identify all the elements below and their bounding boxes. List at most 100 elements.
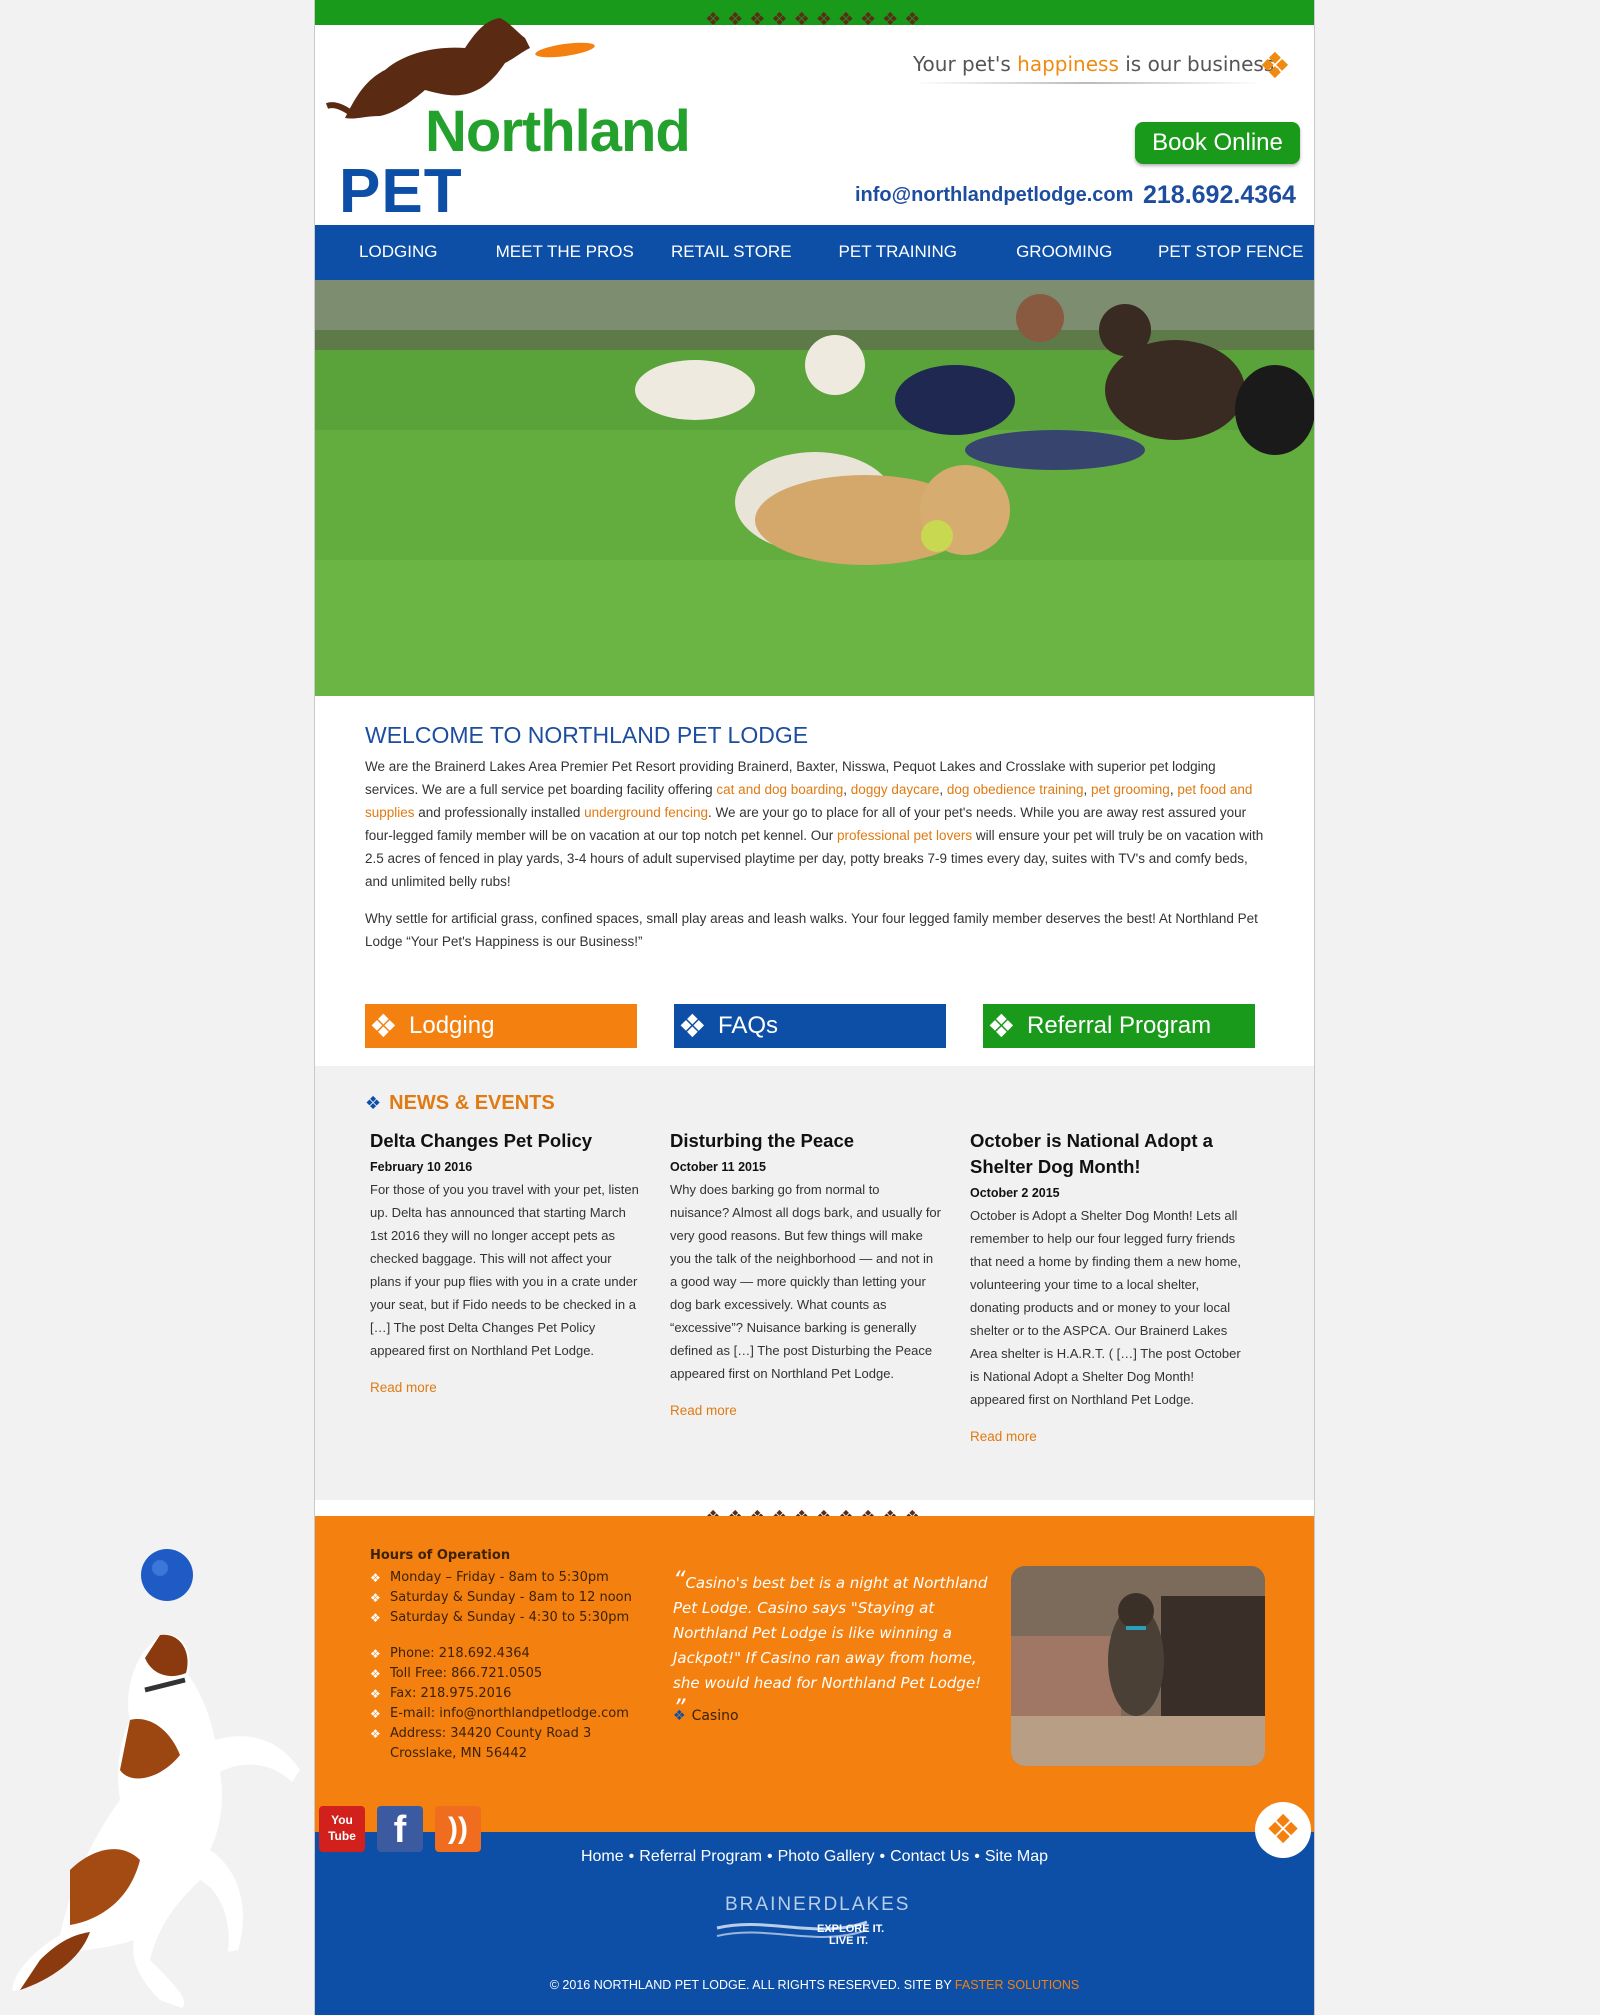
hours-text: Saturday & Sunday - 8am to 12 noon (390, 1590, 632, 1605)
article-excerpt: Why does barking go from normal to nuisa… (670, 1182, 941, 1381)
nav-lodging[interactable]: LODGING (315, 225, 482, 280)
separator: • (766, 1848, 773, 1865)
brainerd-lakes-text: BRAINERDLAKES (725, 1894, 910, 1915)
link-pet-grooming[interactable]: pet grooming (1091, 782, 1170, 797)
faqs-cta-button[interactable]: ❖ FAQs (674, 1004, 946, 1048)
nav-pet-training[interactable]: PET TRAINING (815, 225, 982, 280)
link-underground-fencing[interactable]: underground fencing (584, 805, 708, 820)
paw-icon: ❖ (369, 1008, 398, 1044)
tagline-post: is our business. (1118, 52, 1281, 76)
contact-text: Phone: 218.692.4364 (390, 1646, 530, 1661)
contact-row[interactable]: ❖ E-mail: info@northlandpetlodge.com (370, 1704, 660, 1724)
read-more-link[interactable]: Read more (370, 1380, 642, 1395)
contact-text: Fax: 218.975.2016 (390, 1686, 512, 1701)
hero-image (315, 280, 1314, 696)
read-more-link[interactable]: Read more (670, 1403, 942, 1418)
welcome-paragraph-1: We are the Brainerd Lakes Area Premier P… (365, 755, 1265, 893)
news-article: October is National Adopt a Shelter Dog … (970, 1128, 1242, 1444)
hours-row: ❖ Monday – Friday - 8am to 5:30pm (370, 1568, 660, 1588)
referral-cta-label: Referral Program (1027, 1012, 1212, 1039)
testimonial-dog-photo (1011, 1566, 1265, 1766)
paw-icon: ❖ (673, 1708, 686, 1724)
address-line-2: Crosslake, MN 56442 (390, 1746, 527, 1761)
link-doggy-daycare[interactable]: doggy daycare (851, 782, 940, 797)
paw-icon: ❖ (370, 1571, 381, 1585)
footer-bottom: You Tube f )) ❖ Home • Referral Program • Pho… (315, 1802, 1314, 2015)
faqs-cta-label: FAQs (718, 1012, 779, 1039)
article-date: October 2 2015 (970, 1186, 1060, 1200)
footer-link-home[interactable]: Home (581, 1848, 624, 1865)
nav-pet-stop-fence[interactable]: PET STOP FENCE (1148, 225, 1315, 280)
news-events-section: ❖ NEWS & EVENTS Delta Changes Pet Policy … (315, 1066, 1314, 1500)
referral-program-cta-button[interactable]: ❖ Referral Program (983, 1004, 1255, 1048)
brainerd-tagline-2: LIVE IT. (829, 1935, 868, 1947)
separator: • (974, 1848, 980, 1865)
footer-nav: Home • Referral Program • Photo Gallery • Cont… (315, 1848, 1314, 1866)
site-by-link[interactable]: FASTER SOLUTIONS (955, 1978, 1079, 1992)
contact-text: E-mail: info@northlandpetlodge.com (390, 1706, 629, 1721)
nav-grooming[interactable]: GROOMING (981, 225, 1148, 280)
brainerd-lakes-logo[interactable]: BRAINERDLAKES EXPLORE IT. LIVE IT. (707, 1892, 927, 1952)
facebook-icon[interactable]: f (377, 1806, 423, 1852)
welcome-sep-3: , (1083, 782, 1091, 797)
separator: • (879, 1848, 886, 1865)
welcome-sep-2: , (939, 782, 947, 797)
welcome-text-b: and professionally installed (414, 805, 585, 820)
main-nav: LODGING MEET THE PROS RETAIL STORE PET T… (315, 225, 1314, 280)
open-quote-icon: “ (673, 1566, 686, 1594)
lodging-cta-label: Lodging (409, 1012, 495, 1039)
contact-text: Toll Free: 866.721.0505 (390, 1666, 543, 1681)
logo-northland-text: Northland (425, 99, 691, 164)
tagline: Your pet's happiness is our business. ❖ (913, 46, 1303, 92)
link-professional-pet-lovers[interactable]: professional pet lovers (837, 828, 972, 843)
paw-icon: ❖ (370, 1611, 381, 1625)
paw-icon: ❖ (370, 1707, 381, 1721)
paw-icon: ❖ (370, 1667, 381, 1681)
youtube-icon-text-2: Tube (328, 1829, 356, 1843)
footer-link-contact-us[interactable]: Contact Us (890, 1848, 969, 1865)
article-title[interactable]: October is National Adopt a Shelter Dog … (970, 1128, 1242, 1180)
header-email-link[interactable]: info@northlandpetlodge.com (855, 184, 1133, 207)
paw-icon: ❖ (370, 1647, 381, 1661)
article-title[interactable]: Delta Changes Pet Policy (370, 1128, 642, 1154)
news-heading: ❖ NEWS & EVENTS (365, 1092, 555, 1115)
youtube-icon[interactable]: You Tube (319, 1806, 365, 1852)
site-logo[interactable]: Northland PET LODGE (325, 8, 691, 297)
paw-icon: ❖ (1258, 46, 1291, 87)
news-article: Delta Changes Pet Policy February 10 201… (370, 1128, 642, 1395)
tagline-underline (913, 82, 1263, 84)
nav-meet-the-pros[interactable]: MEET THE PROS (482, 225, 649, 280)
testimonial-text: Casino's best bet is a night at Northlan… (673, 1574, 988, 1692)
paw-icon: ❖ (370, 1591, 381, 1605)
hours-row: ❖ Saturday & Sunday - 8am to 12 noon (370, 1588, 660, 1608)
nav-retail-store[interactable]: RETAIL STORE (648, 225, 815, 280)
hours-row: ❖ Saturday & Sunday - 4:30 to 5:30pm (370, 1608, 660, 1628)
news-heading-text: NEWS & EVENTS (389, 1092, 555, 1114)
footer-link-photo-gallery[interactable]: Photo Gallery (778, 1848, 875, 1865)
article-excerpt: For those of you you travel with your pe… (370, 1182, 639, 1358)
brainerd-tagline-1: EXPLORE IT. (817, 1923, 884, 1935)
hours-title: Hours of Operation (370, 1548, 511, 1563)
lodging-cta-button[interactable]: ❖ Lodging (365, 1004, 637, 1048)
article-date: February 10 2016 (370, 1160, 473, 1174)
header-phone[interactable]: 218.692.4364 (1143, 181, 1296, 210)
separator: • (628, 1848, 635, 1865)
link-cat-dog-boarding[interactable]: cat and dog boarding (716, 782, 843, 797)
copyright-text: © 2016 NORTHLAND PET LODGE. ALL RIGHTS R… (549, 1978, 955, 1992)
article-excerpt: October is Adopt a Shelter Dog Month! Le… (970, 1208, 1242, 1407)
link-dog-obedience-training[interactable]: dog obedience training (947, 782, 1084, 797)
testimonial-author: ❖ Casino (673, 1708, 739, 1724)
hours-contact-block: Hours of Operation ❖ Monday – Friday - 8a… (370, 1546, 660, 1764)
footer-link-referral-program[interactable]: Referral Program (639, 1848, 762, 1865)
footer-link-site-map[interactable]: Site Map (985, 1848, 1048, 1865)
book-online-button[interactable]: Book Online (1135, 122, 1300, 164)
page-container: ❖❖❖❖❖❖❖❖❖❖ Northland PET LODGE Your pet'… (314, 0, 1315, 2015)
tagline-pre: Your pet's (913, 52, 1018, 76)
article-title[interactable]: Disturbing the Peace (670, 1128, 942, 1154)
welcome-title: WELCOME TO NORTHLAND PET LODGE (365, 722, 809, 748)
read-more-link[interactable]: Read more (970, 1429, 1242, 1444)
rss-icon[interactable]: )) (435, 1806, 481, 1852)
tagline-accent: happiness (1017, 52, 1119, 76)
copyright: © 2016 NORTHLAND PET LODGE. ALL RIGHTS R… (315, 1978, 1314, 1992)
